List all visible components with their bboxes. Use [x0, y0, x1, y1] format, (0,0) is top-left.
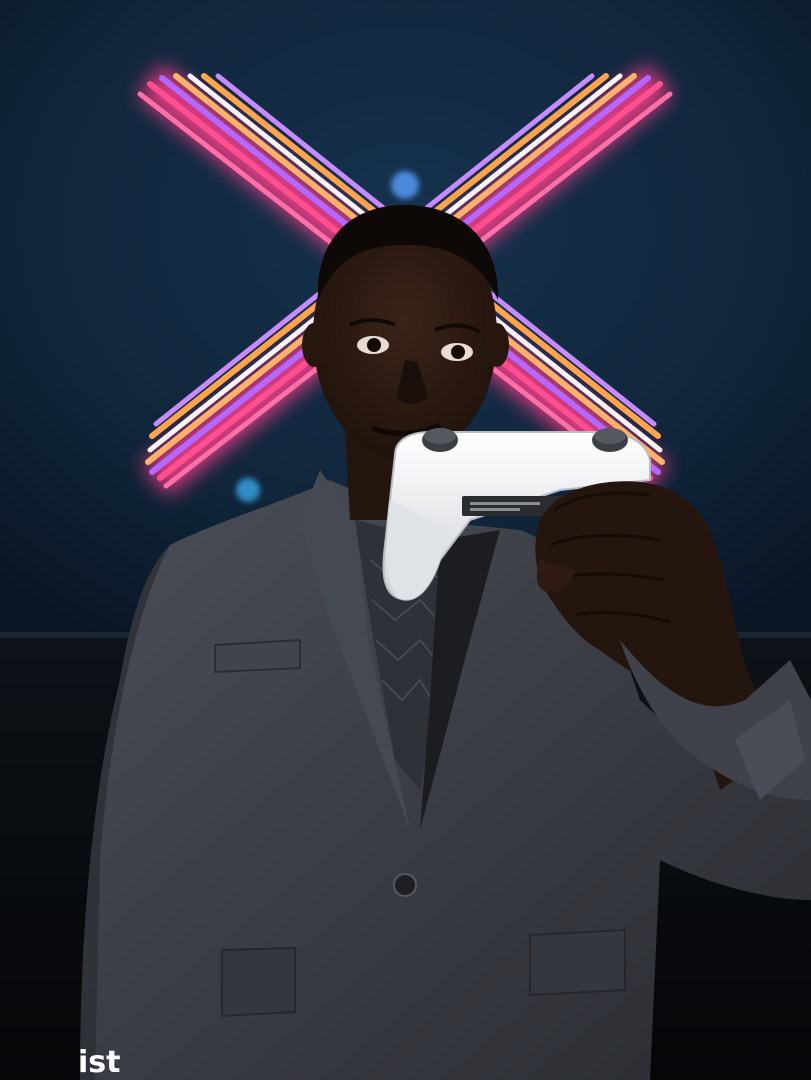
- right-pocket: [529, 928, 626, 997]
- photo-scene: ist: [0, 0, 811, 1080]
- suit-button: [393, 873, 417, 897]
- breast-pocket: [214, 638, 301, 674]
- caption-text: ist: [78, 1045, 121, 1080]
- left-pocket: [221, 946, 296, 1018]
- photo-illustration: [0, 0, 811, 1080]
